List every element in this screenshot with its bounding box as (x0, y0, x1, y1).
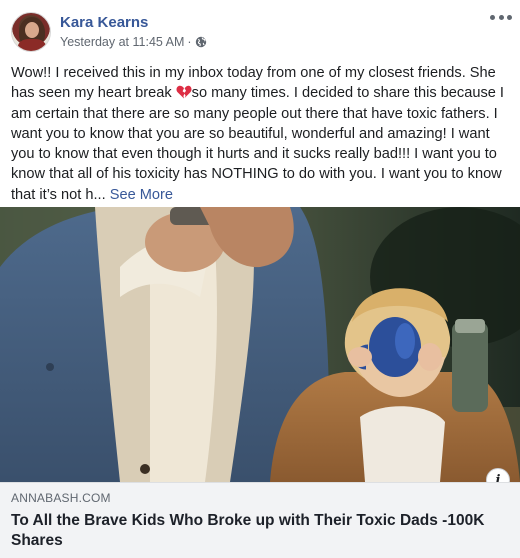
see-more-link[interactable]: See More (110, 187, 173, 203)
post-text-part-2: so many times. I decided to share this b… (11, 85, 504, 203)
author-name[interactable]: Kara Kearns (60, 14, 148, 31)
author-avatar[interactable] (11, 12, 51, 52)
more-options-icon[interactable] (490, 10, 512, 24)
link-preview-image[interactable] (0, 207, 520, 482)
link-title[interactable]: To All the Brave Kids Who Broke up with … (11, 511, 511, 551)
meta-separator: · (187, 35, 192, 49)
post-meta: Yesterday at 11:45 AM · (60, 35, 207, 49)
photo-father-and-child-drinking (0, 207, 520, 482)
post-header: Kara Kearns Yesterday at 11:45 AM · (0, 0, 520, 60)
broken-heart-icon (176, 86, 192, 99)
post-timestamp[interactable]: Yesterday at 11:45 AM (60, 35, 184, 49)
link-preview-caption[interactable]: ANNABASH.COM To All the Brave Kids Who B… (0, 482, 520, 558)
avatar-face (25, 22, 39, 38)
avatar-shirt (18, 39, 46, 51)
post-body-text: Wow!! I received this in my inbox today … (11, 63, 511, 205)
globe-icon[interactable] (195, 36, 207, 48)
link-domain: ANNABASH.COM (11, 491, 111, 505)
